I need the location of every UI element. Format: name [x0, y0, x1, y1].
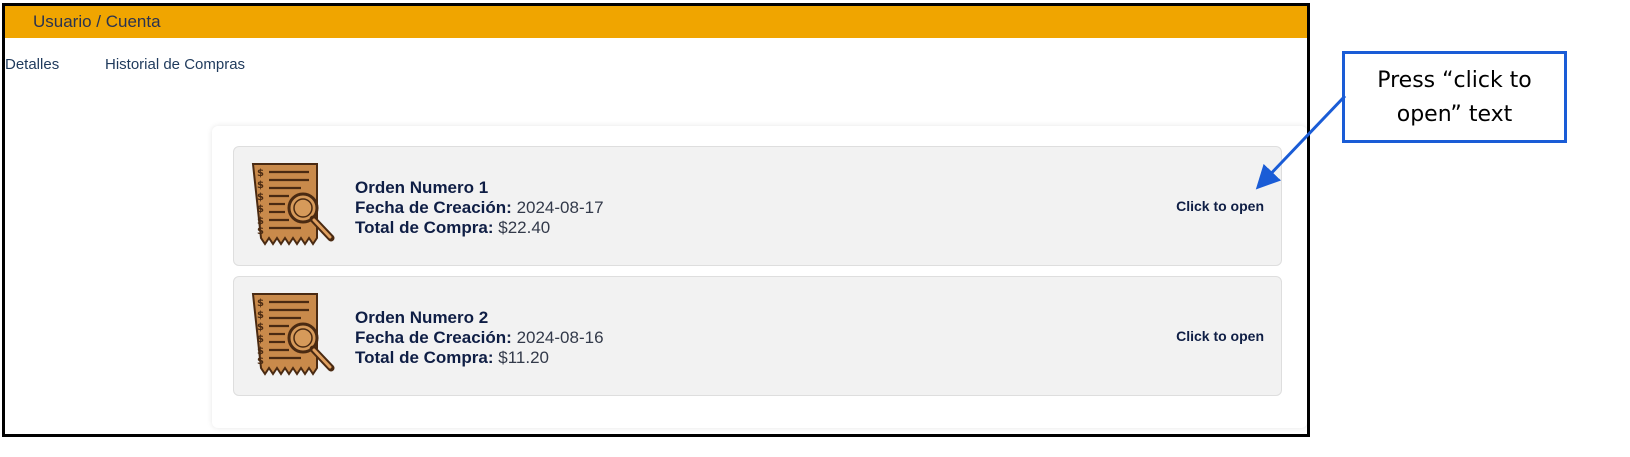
order-details: Orden Numero 2 Fecha de Creación: 2024-0… — [355, 308, 604, 368]
svg-text:$: $ — [257, 226, 264, 237]
annotation-text: Press “click to open” text — [1377, 68, 1532, 127]
tab-historial-de-compras[interactable]: Historial de Compras — [105, 56, 245, 73]
breadcrumb-title: Usuario / Cuenta — [33, 12, 161, 31]
svg-text:$: $ — [257, 334, 264, 345]
orders-panel: $ $ $ $ $ $ Orden Numero 1 Fecha de Creación… — [212, 126, 1307, 428]
total-label: Total de Compra: — [355, 218, 494, 237]
svg-text:$: $ — [257, 298, 264, 309]
total-value: $22.40 — [498, 218, 551, 237]
svg-text:$: $ — [257, 192, 264, 203]
svg-text:$: $ — [257, 180, 264, 191]
click-to-open-link[interactable]: Click to open — [1176, 198, 1264, 214]
order-card[interactable]: $ $ $ $ $ $ Orden Numero 1 Fecha de Creación… — [233, 146, 1282, 266]
order-details: Orden Numero 1 Fecha de Creación: 2024-0… — [355, 178, 604, 238]
date-value: 2024-08-17 — [516, 198, 604, 217]
date-label: Fecha de Creación: — [355, 198, 512, 217]
order-card[interactable]: $ $ $ $ $ $ Orden Numero 2 Fecha de Creación… — [233, 276, 1282, 396]
date-label: Fecha de Creación: — [355, 328, 512, 347]
svg-text:$: $ — [257, 356, 264, 367]
app-window: Usuario / Cuenta Detalles Historial de C… — [2, 3, 1310, 437]
svg-text:$: $ — [257, 310, 264, 321]
total-label: Total de Compra: — [355, 348, 494, 367]
annotation-callout: Press “click to open” text — [1342, 51, 1567, 143]
header-bar: Usuario / Cuenta — [5, 6, 1307, 38]
date-value: 2024-08-16 — [516, 328, 604, 347]
tab-detalles[interactable]: Detalles — [5, 56, 59, 73]
receipt-icon: $$$ $$$ — [251, 163, 335, 246]
order-title: Orden Numero 1 — [355, 178, 489, 197]
order-title: Orden Numero 2 — [355, 308, 489, 327]
total-value: $11.20 — [498, 348, 549, 367]
click-to-open-link[interactable]: Click to open — [1176, 328, 1264, 344]
svg-text:$: $ — [257, 204, 264, 215]
receipt-icon: $$$ $$$ — [251, 293, 335, 376]
svg-text:$: $ — [257, 168, 264, 179]
svg-text:$: $ — [257, 322, 264, 333]
